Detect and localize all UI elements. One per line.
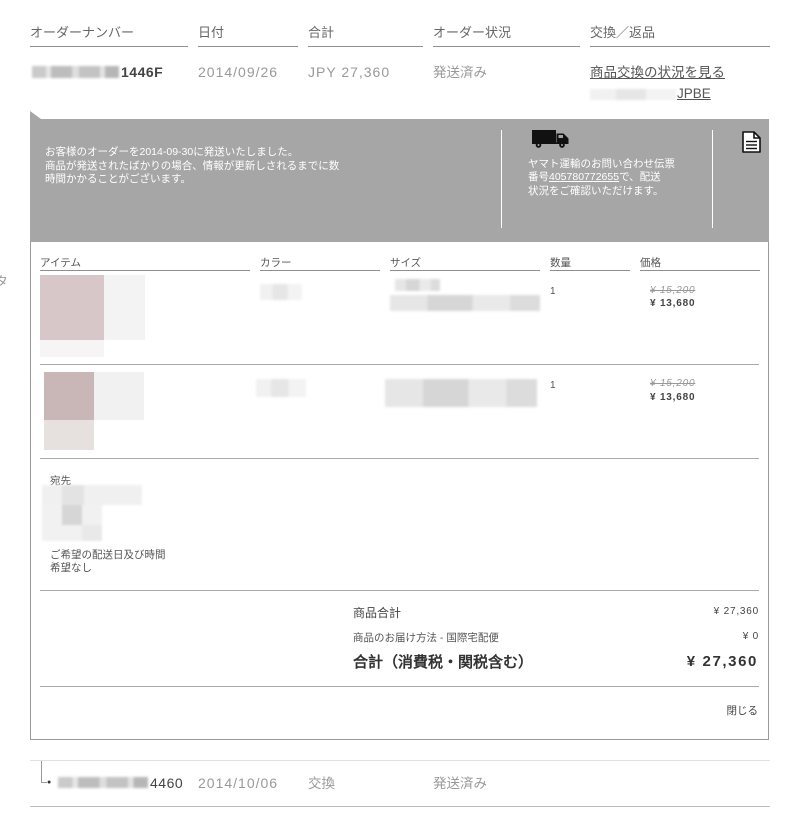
- shipping-notice-line: 時間かかることがございます。: [45, 173, 191, 185]
- thumbnail-image-area: [44, 372, 94, 420]
- redacted-text: [42, 485, 142, 505]
- product-thumbnail[interactable]: [40, 275, 145, 357]
- redacted-size: [385, 379, 537, 407]
- order-date: 2014/09/26: [198, 64, 279, 80]
- redacted-color: [256, 379, 306, 397]
- col-header-order-number: オーダーナンバー: [30, 25, 135, 40]
- order-total: 交換: [308, 776, 335, 791]
- divider: [40, 686, 759, 687]
- panel-pointer: [30, 111, 41, 119]
- order-date: 2014/10/06: [198, 775, 279, 791]
- item-header-underline: [390, 270, 540, 271]
- col-header-status: オーダー状況: [433, 25, 512, 40]
- item-col-header-size: サイズ: [390, 257, 422, 269]
- grand-total-value: ¥ 27,360: [686, 653, 758, 670]
- item-col-header-price: 価格: [640, 257, 661, 269]
- redacted-order-number: [32, 66, 119, 78]
- order-status: 発送済み: [433, 776, 487, 791]
- exchange-status-link[interactable]: 商品交換の状況を見る: [590, 66, 725, 80]
- thumbnail-image-area: [44, 420, 94, 450]
- exchange-ref-link[interactable]: JPBE: [677, 87, 711, 101]
- divider: [40, 364, 759, 365]
- truck-icon: [532, 130, 569, 148]
- redacted-address: [42, 485, 142, 541]
- tracking-text: ヤマト運輸のお問い合わせ伝票: [528, 158, 675, 170]
- order-row[interactable]: 1446F 2014/09/26 JPY 27,360 発送済み 商品交換の状況…: [0, 60, 795, 106]
- tracking-text-line: 番号405780772655で、配送: [528, 172, 661, 183]
- header-underline: [590, 46, 770, 47]
- redacted-text: [62, 485, 84, 505]
- col-header-date: 日付: [198, 25, 225, 40]
- delivery-preference-label: ご希望の配送日及び時間: [50, 549, 166, 561]
- document-icon[interactable]: [742, 131, 761, 153]
- redacted-text: [62, 505, 82, 525]
- shipping-notice-line: お客様のオーダーを2014-09-30に発送いたしました。: [45, 146, 299, 158]
- thumbnail-image-area: [104, 275, 145, 340]
- redacted-size: [395, 279, 440, 291]
- redacted-exchange-ref: [590, 89, 676, 100]
- header-underline: [198, 46, 298, 47]
- item-col-header-quantity: 数量: [550, 257, 571, 269]
- grand-total-label: 合計（消費税・関税含む）: [353, 654, 534, 671]
- product-thumbnail[interactable]: [44, 372, 144, 450]
- tracking-number-link[interactable]: 405780772655: [549, 171, 619, 183]
- tree-connector: [41, 761, 42, 783]
- item-col-header-item: アイテム: [40, 257, 81, 269]
- order-number: 4460: [150, 775, 184, 791]
- item-header-underline: [640, 270, 760, 271]
- order-number: 1446F: [121, 64, 164, 80]
- redacted-order-number: [58, 777, 148, 788]
- banner-divider: [712, 130, 713, 228]
- tracking-text: 番号: [528, 171, 549, 183]
- subtotal-value: ¥ 27,360: [713, 606, 759, 617]
- row-divider: [30, 760, 770, 761]
- item-original-price: ¥ 15,200: [650, 378, 696, 389]
- close-details-button[interactable]: 閉じる: [727, 706, 759, 717]
- thumbnail-image-area: [40, 275, 104, 340]
- order-status: 発送済み: [433, 65, 487, 80]
- delivery-preference-value: 希望なし: [50, 562, 92, 574]
- item-header-underline: [40, 270, 250, 271]
- item-header-underline: [260, 270, 380, 271]
- item-header-underline: [550, 270, 630, 271]
- item-quantity: 1: [550, 286, 556, 297]
- tracking-text: で、配送: [619, 171, 661, 183]
- row-divider: [30, 806, 770, 807]
- header-underline: [308, 46, 423, 47]
- shipping-method-label: 商品のお届け方法 - 国際宅配便: [353, 632, 499, 644]
- order-total: JPY 27,360: [308, 64, 391, 80]
- edge-text-fragment: タ: [0, 274, 9, 289]
- header-underline: [433, 46, 580, 47]
- banner-divider: [501, 130, 502, 228]
- shipping-notice-line: 商品が発送されたばかりの場合、情報が更新しされるまでに数: [45, 160, 340, 172]
- redacted-size: [390, 295, 540, 311]
- order-row[interactable]: ● 4460 2014/10/06 交換 発送済み: [0, 760, 795, 807]
- thumbnail-image-area: [94, 372, 144, 420]
- header-underline: [30, 46, 188, 47]
- order-bullet: ●: [47, 779, 52, 786]
- item-quantity: 1: [550, 380, 556, 391]
- tracking-text: 状況をご確認いただけます。: [528, 185, 664, 197]
- thumbnail-image-area: [40, 340, 104, 357]
- item-sale-price: ¥ 13,680: [650, 298, 696, 309]
- item-sale-price: ¥ 13,680: [650, 392, 696, 403]
- col-header-exchange-return: 交換／返品: [590, 25, 656, 40]
- redacted-color: [260, 284, 302, 300]
- item-original-price: ¥ 15,200: [650, 285, 696, 296]
- col-header-total: 合計: [308, 25, 335, 40]
- item-col-header-color: カラー: [260, 257, 292, 269]
- redacted-text: [82, 525, 102, 541]
- divider: [40, 458, 759, 459]
- shipping-cost-value: ¥ 0: [742, 631, 759, 642]
- subtotal-label: 商品合計: [353, 606, 402, 620]
- divider: [40, 590, 759, 591]
